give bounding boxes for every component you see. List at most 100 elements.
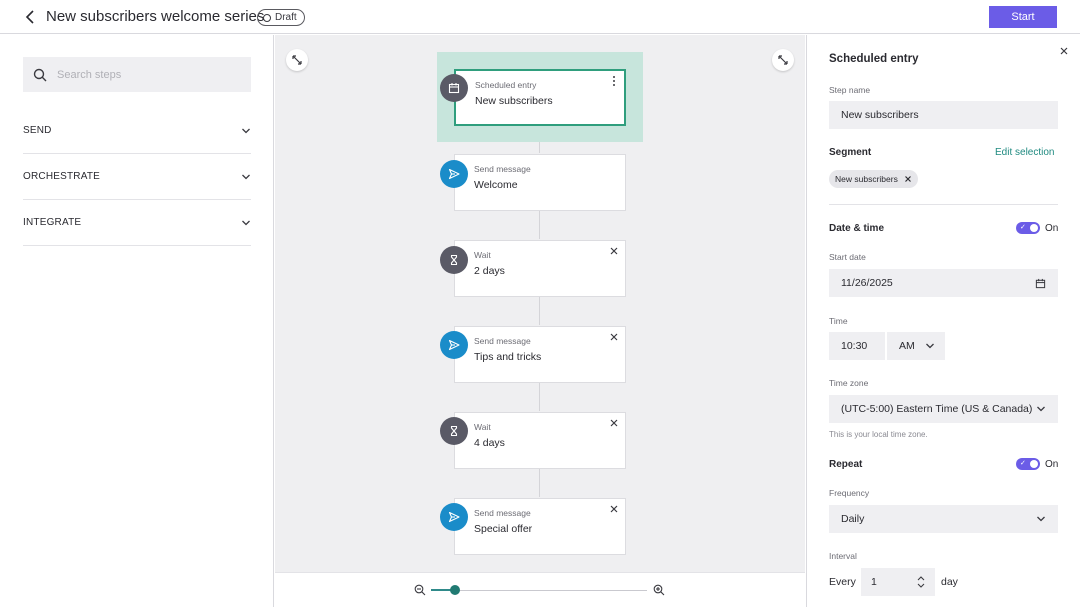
start-date-field[interactable]: 11/26/2025 bbox=[829, 269, 1058, 297]
zoom-bar bbox=[275, 572, 805, 607]
workflow-canvas[interactable]: Scheduled entry New subscribers Send mes… bbox=[275, 35, 805, 572]
section-divider bbox=[829, 204, 1058, 205]
repeat-toggle[interactable]: ✓ bbox=[1016, 458, 1040, 470]
chevron-down-icon bbox=[242, 220, 250, 225]
step-kind: Send message bbox=[474, 336, 531, 346]
send-icon bbox=[440, 503, 468, 531]
expand-arrows-icon bbox=[778, 55, 788, 65]
check-icon: ✓ bbox=[1020, 460, 1026, 467]
ampm-select[interactable]: AM bbox=[887, 332, 945, 360]
time-zone-select[interactable]: (UTC-5:00) Eastern Time (US & Canada) bbox=[829, 395, 1058, 423]
connector-line bbox=[539, 383, 540, 411]
frequency-value: Daily bbox=[841, 513, 865, 525]
search-box bbox=[23, 57, 251, 92]
category-orchestrate[interactable]: ORCHESTRATE bbox=[23, 154, 251, 200]
step-node-wait[interactable]: Wait 4 days bbox=[454, 412, 626, 469]
chevron-down-icon bbox=[926, 343, 934, 349]
interval-unit: day bbox=[941, 576, 958, 588]
start-button[interactable]: Start bbox=[989, 6, 1057, 28]
time-zone-label: Time zone bbox=[829, 378, 869, 388]
step-node-wait[interactable]: Wait 2 days bbox=[454, 240, 626, 297]
step-kind: Wait bbox=[474, 250, 491, 260]
frequency-label: Frequency bbox=[829, 488, 870, 498]
back-arrow-icon[interactable] bbox=[22, 8, 40, 26]
panel-title: Scheduled entry bbox=[829, 53, 919, 65]
chevron-down-icon bbox=[1037, 516, 1045, 522]
step-node-send-message[interactable]: Send message Special offer bbox=[454, 498, 626, 555]
status-badge-label: Draft bbox=[275, 12, 297, 23]
toggle-knob bbox=[1030, 460, 1038, 468]
step-kind: Scheduled entry bbox=[475, 80, 537, 90]
category-label: INTEGRATE bbox=[23, 217, 82, 228]
category-send[interactable]: SEND bbox=[23, 108, 251, 154]
connector-line bbox=[539, 211, 540, 239]
remove-step-icon[interactable] bbox=[609, 332, 619, 342]
interval-stepper[interactable]: 1 bbox=[861, 568, 935, 596]
time-zone-hint: This is your local time zone. bbox=[829, 430, 928, 439]
step-name-field[interactable]: New subscribers bbox=[829, 101, 1058, 129]
start-date-label: Start date bbox=[829, 252, 866, 262]
connector-line bbox=[539, 297, 540, 325]
step-node-send-message[interactable]: Send message Tips and tricks bbox=[454, 326, 626, 383]
zoom-slider-handle[interactable] bbox=[450, 585, 460, 595]
chevron-down-icon bbox=[1037, 406, 1045, 412]
hourglass-icon bbox=[440, 417, 468, 445]
send-icon bbox=[440, 160, 468, 188]
connector-line bbox=[539, 469, 540, 497]
step-name-value: New subscribers bbox=[841, 109, 919, 121]
segment-heading: Segment bbox=[829, 147, 872, 158]
step-name: Special offer bbox=[474, 523, 533, 535]
step-name: 4 days bbox=[474, 437, 505, 449]
time-label: Time bbox=[829, 316, 848, 326]
date-time-toggle-label: On bbox=[1045, 223, 1059, 234]
send-icon bbox=[440, 331, 468, 359]
search-input[interactable] bbox=[57, 68, 227, 81]
start-date-value: 11/26/2025 bbox=[841, 277, 893, 289]
check-icon: ✓ bbox=[1020, 224, 1026, 231]
stepper-arrows-icon[interactable] bbox=[917, 575, 925, 589]
date-time-toggle[interactable]: ✓ bbox=[1016, 222, 1040, 234]
segment-chip-label: New subscribers bbox=[835, 174, 898, 184]
toggle-knob bbox=[1030, 224, 1038, 232]
step-kind: Send message bbox=[474, 508, 531, 518]
category-integrate[interactable]: INTEGRATE bbox=[23, 200, 251, 246]
step-kind: Wait bbox=[474, 422, 491, 432]
step-name: 2 days bbox=[474, 265, 505, 277]
zoom-in-icon[interactable] bbox=[653, 584, 665, 596]
repeat-toggle-label: On bbox=[1045, 459, 1059, 470]
edit-selection-link[interactable]: Edit selection bbox=[995, 147, 1054, 158]
remove-chip-icon[interactable] bbox=[904, 175, 912, 183]
step-name: Welcome bbox=[474, 179, 518, 191]
frequency-select[interactable]: Daily bbox=[829, 505, 1058, 533]
step-name: New subscribers bbox=[475, 95, 553, 107]
time-input[interactable]: 10:30 bbox=[829, 332, 885, 360]
hourglass-icon bbox=[440, 246, 468, 274]
remove-step-icon[interactable] bbox=[609, 246, 619, 256]
repeat-heading: Repeat bbox=[829, 459, 863, 470]
date-time-heading: Date & time bbox=[829, 223, 885, 234]
step-kind: Send message bbox=[474, 164, 531, 174]
close-icon[interactable] bbox=[1059, 46, 1069, 56]
step-node-scheduled-entry[interactable]: Scheduled entry New subscribers bbox=[454, 69, 626, 126]
expand-arrows-icon bbox=[292, 55, 302, 65]
zoom-out-icon[interactable] bbox=[414, 584, 426, 596]
segment-chip: New subscribers bbox=[829, 170, 918, 188]
interval-label: Interval bbox=[829, 551, 857, 561]
category-label: SEND bbox=[23, 125, 52, 136]
more-vertical-icon[interactable] bbox=[612, 75, 616, 87]
step-name-label: Step name bbox=[829, 85, 871, 95]
interval-value: 1 bbox=[871, 576, 877, 588]
draft-circle-icon bbox=[263, 13, 271, 22]
step-name: Tips and tricks bbox=[474, 351, 542, 363]
search-icon bbox=[33, 68, 47, 81]
remove-step-icon[interactable] bbox=[609, 418, 619, 428]
collapse-left-button[interactable] bbox=[286, 49, 308, 71]
chevron-down-icon bbox=[242, 128, 250, 133]
zoom-slider-track[interactable] bbox=[431, 590, 647, 591]
remove-step-icon[interactable] bbox=[609, 504, 619, 514]
collapse-right-button[interactable] bbox=[772, 49, 794, 71]
calendar-icon[interactable] bbox=[1035, 278, 1046, 289]
steps-sidebar: SEND ORCHESTRATE INTEGRATE bbox=[0, 35, 274, 607]
page-title: New subscribers welcome series bbox=[46, 8, 265, 25]
step-node-send-message[interactable]: Send message Welcome bbox=[454, 154, 626, 211]
